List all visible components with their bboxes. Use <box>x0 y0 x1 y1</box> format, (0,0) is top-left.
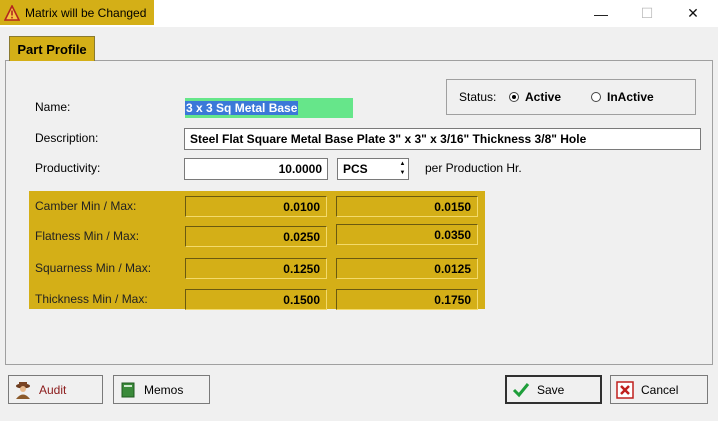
cancel-x-icon <box>615 380 635 400</box>
maximize-button[interactable]: ☐ <box>624 0 670 27</box>
title-badge: Matrix will be Changed <box>0 0 154 25</box>
radio-unselected-icon <box>591 92 601 102</box>
warning-icon <box>4 4 20 21</box>
radio-selected-icon <box>509 92 519 102</box>
camber-max-field[interactable]: 0.0150 <box>336 196 478 217</box>
thickness-max-field[interactable]: 0.1750 <box>336 289 478 310</box>
memos-button[interactable]: Memos <box>113 375 210 404</box>
description-label: Description: <box>35 131 99 145</box>
detective-icon <box>13 380 33 400</box>
flatness-max-field[interactable]: 0.0350 <box>336 224 478 245</box>
description-input[interactable]: Steel Flat Square Metal Base Plate 3" x … <box>184 128 701 150</box>
status-inactive-radio[interactable]: InActive <box>591 90 654 104</box>
name-input[interactable]: 3 x 3 Sq Metal Base <box>185 98 355 118</box>
name-highlight: 3 x 3 Sq Metal Base <box>185 98 353 118</box>
book-icon <box>118 380 138 400</box>
save-label: Save <box>537 382 565 397</box>
cancel-button[interactable]: Cancel <box>610 375 708 404</box>
checkmark-icon <box>511 380 531 400</box>
camber-label: Camber Min / Max: <box>35 199 137 213</box>
flatness-min-field[interactable]: 0.0250 <box>185 226 327 247</box>
close-icon: ✕ <box>687 5 699 21</box>
audit-button[interactable]: Audit <box>8 375 103 404</box>
squarness-label: Squarness Min / Max: <box>35 261 152 275</box>
squarness-max-field[interactable]: 0.0125 <box>336 258 478 279</box>
status-group: Status: Active InActive <box>446 79 696 115</box>
unit-value: PCS <box>343 162 368 176</box>
tab-part-profile[interactable]: Part Profile <box>9 36 95 61</box>
name-label: Name: <box>35 100 71 114</box>
close-button[interactable]: ✕ <box>670 0 716 27</box>
thickness-label: Thickness Min / Max: <box>35 292 148 306</box>
status-active-label: Active <box>525 90 562 104</box>
status-active-radio[interactable]: Active <box>509 90 561 104</box>
tab-label: Part Profile <box>17 41 87 57</box>
memos-label: Memos <box>144 382 184 397</box>
tolerance-panel: Camber Min / Max: 0.0100 0.0150 Flatness… <box>29 191 485 310</box>
flatness-label: Flatness Min / Max: <box>35 229 140 243</box>
productivity-input[interactable]: 10.0000 <box>184 158 328 180</box>
thickness-min-field[interactable]: 0.1500 <box>185 289 327 310</box>
minimize-icon: — <box>594 5 608 22</box>
spin-arrows-icon[interactable]: ▲ ▼ <box>398 160 407 178</box>
squarness-min-field[interactable]: 0.1250 <box>185 258 327 279</box>
audit-label: Audit <box>39 382 67 397</box>
cancel-label: Cancel <box>641 382 679 397</box>
maximize-icon: ☐ <box>640 5 654 21</box>
camber-min-field[interactable]: 0.0100 <box>185 196 327 217</box>
minimize-button[interactable]: — <box>578 0 624 27</box>
status-label: Status: <box>459 90 497 104</box>
name-selected-text: 3 x 3 Sq Metal Base <box>185 101 299 115</box>
save-button[interactable]: Save <box>505 375 602 404</box>
productivity-label: Productivity: <box>35 161 101 175</box>
status-inactive-label: InActive <box>607 90 654 104</box>
title-bar: Matrix will be Changed — ☐ ✕ <box>0 0 718 27</box>
per-production-label: per Production Hr. <box>425 161 522 175</box>
unit-spinner[interactable]: PCS ▲ ▼ <box>337 158 409 180</box>
window-title: Matrix will be Changed <box>25 5 147 20</box>
